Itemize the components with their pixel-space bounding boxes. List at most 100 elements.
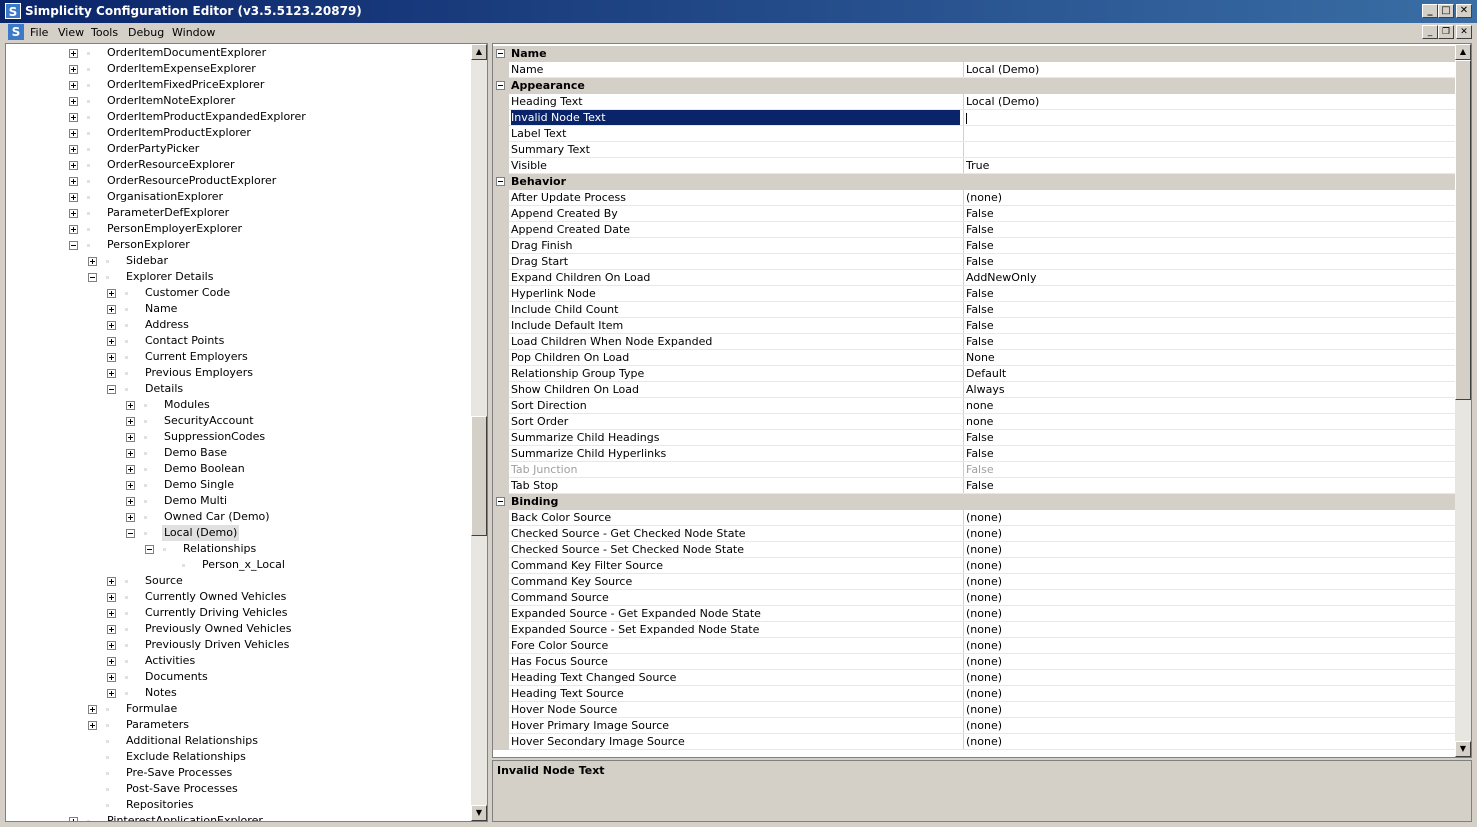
expand-plus-icon[interactable] [107,305,116,314]
expand-plus-icon[interactable] [69,161,78,170]
property-name[interactable]: Pop Children On Load [511,350,960,365]
expand-plus-icon[interactable] [69,65,78,74]
scroll-up-icon[interactable]: ▲ [1455,44,1471,60]
expand-plus-icon[interactable] [126,497,135,506]
property-name[interactable]: Expanded Source - Get Expanded Node Stat… [511,606,960,621]
property-row[interactable]: Command Key Source (none) [493,574,1455,590]
property-row[interactable]: Heading Text Source (none) [493,686,1455,702]
property-value[interactable]: False [963,302,1453,317]
tree-node[interactable]: Currently Owned Vehicles [6,589,466,605]
property-row[interactable]: Invalid Node Text [493,110,1455,126]
tree-node[interactable]: Local (Demo) [6,525,466,541]
close-button[interactable]: ✕ [1456,4,1472,18]
property-name[interactable]: Back Color Source [511,510,960,525]
property-value[interactable]: (none) [963,686,1453,701]
tree-node[interactable]: PersonEmployerExplorer [6,221,466,237]
property-row[interactable]: Fore Color Source (none) [493,638,1455,654]
property-name[interactable]: Append Created Date [511,222,960,237]
property-row[interactable]: Include Default Item False [493,318,1455,334]
property-name[interactable]: Relationship Group Type [511,366,960,381]
expand-plus-icon[interactable] [107,641,116,650]
tree-node[interactable]: Documents [6,669,466,685]
property-value[interactable]: (none) [963,654,1453,669]
property-name[interactable]: Invalid Node Text [511,110,960,125]
expand-plus-icon[interactable] [107,673,116,682]
property-name[interactable]: Command Key Source [511,574,960,589]
tree-node[interactable]: OrderItemProductExpandedExplorer [6,109,466,125]
tree-node-label[interactable]: Previous Employers [145,365,253,381]
property-name[interactable]: Tab Stop [511,478,960,493]
expand-plus-icon[interactable] [107,353,116,362]
property-value[interactable]: False [963,286,1453,301]
property-name[interactable]: Hover Primary Image Source [511,718,960,733]
property-name[interactable]: Heading Text [511,94,960,109]
property-name[interactable]: Has Focus Source [511,654,960,669]
property-row[interactable]: Summarize Child Hyperlinks False [493,446,1455,462]
tree-node-label[interactable]: Owned Car (Demo) [164,509,270,525]
tree-node[interactable]: Relationships [6,541,466,557]
expand-plus-icon[interactable] [107,321,116,330]
tree-node-label[interactable]: Modules [164,397,210,413]
tree-node[interactable]: OrderPartyPicker [6,141,466,157]
collapse-minus-icon[interactable] [145,545,154,554]
property-row[interactable]: Show Children On Load Always [493,382,1455,398]
tree-node[interactable]: Source [6,573,466,589]
property-value[interactable]: False [963,206,1453,221]
property-name[interactable]: Hover Node Source [511,702,960,717]
expand-plus-icon[interactable] [69,113,78,122]
tree-node[interactable]: Customer Code [6,285,466,301]
expand-plus-icon[interactable] [107,337,116,346]
app-icon[interactable]: S [5,3,21,19]
tree-node-label[interactable]: OrderPartyPicker [107,141,199,157]
tree-node-label[interactable]: PinterestApplicationExplorer [107,813,263,821]
property-row[interactable]: Sort Direction none [493,398,1455,414]
tree-node-label[interactable]: Explorer Details [126,269,213,285]
tree-node[interactable]: Name [6,301,466,317]
scroll-down-icon[interactable]: ▼ [1455,741,1471,757]
tree-node[interactable]: Sidebar [6,253,466,269]
expand-plus-icon[interactable] [107,657,116,666]
property-value[interactable]: Local (Demo) [963,94,1453,109]
tree-node-label[interactable]: ParameterDefExplorer [107,205,229,221]
property-row[interactable]: Summarize Child Headings False [493,430,1455,446]
tree-node-label[interactable]: OrderItemExpenseExplorer [107,61,256,77]
property-value[interactable]: (none) [963,638,1453,653]
collapse-minus-icon[interactable] [126,529,135,538]
tree-node[interactable]: Repositories [6,797,466,813]
expand-plus-icon[interactable] [69,177,78,186]
property-value[interactable]: (none) [963,734,1453,749]
tree-node-label[interactable]: SuppressionCodes [164,429,265,445]
tree-node[interactable]: SuppressionCodes [6,429,466,445]
tree-node-label[interactable]: Local (Demo) [162,525,240,541]
collapse-minus-icon[interactable] [496,177,505,186]
scroll-down-icon[interactable]: ▼ [471,805,487,821]
property-name[interactable]: Heading Text Source [511,686,960,701]
property-row[interactable]: Append Created Date False [493,222,1455,238]
menu-tools[interactable]: Tools [91,26,118,39]
collapse-minus-icon[interactable] [496,49,505,58]
property-name[interactable]: Expanded Source - Set Expanded Node Stat… [511,622,960,637]
explorer-tree[interactable]: OrderItemDocumentExplorer OrderItemExpens… [5,43,488,822]
expand-plus-icon[interactable] [107,689,116,698]
collapse-minus-icon[interactable] [496,497,505,506]
property-scrollbar[interactable]: ▲ ▼ [1455,44,1471,757]
tree-node-label[interactable]: Relationships [183,541,256,557]
property-value[interactable]: (none) [963,590,1453,605]
property-name[interactable]: Drag Finish [511,238,960,253]
tree-node-label[interactable]: Formulae [126,701,177,717]
tree-node[interactable]: Explorer Details [6,269,466,285]
property-name[interactable]: Tab Junction [511,462,960,477]
expand-plus-icon[interactable] [69,97,78,106]
tree-node[interactable]: Parameters [6,717,466,733]
tree-node-label[interactable]: Current Employers [145,349,248,365]
expand-plus-icon[interactable] [88,257,97,266]
property-name[interactable]: Heading Text Changed Source [511,670,960,685]
tree-node-label[interactable]: Name [145,301,177,317]
property-value[interactable]: False [963,254,1453,269]
mdi-close-button[interactable]: ✕ [1456,25,1472,39]
menu-debug[interactable]: Debug [128,26,164,39]
tree-node[interactable]: Pre-Save Processes [6,765,466,781]
tree-node-label[interactable]: Details [145,381,183,397]
expand-plus-icon[interactable] [107,369,116,378]
tree-node-label[interactable]: OrderItemFixedPriceExplorer [107,77,264,93]
